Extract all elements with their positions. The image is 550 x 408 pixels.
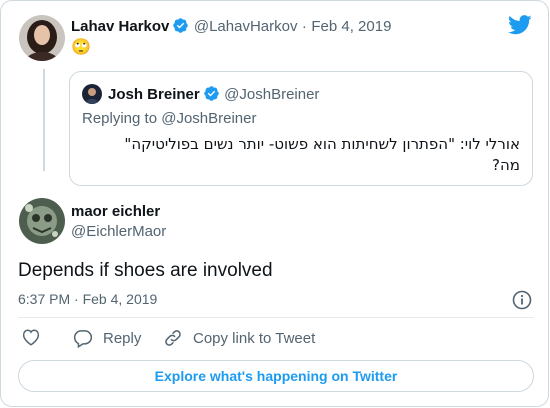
quoted-text-line2: מה? xyxy=(492,156,520,174)
parent-date[interactable]: Feb 4, 2019 xyxy=(311,18,391,35)
quoted-author-name: Josh Breiner xyxy=(108,86,200,103)
copy-link-label: Copy link to Tweet xyxy=(193,329,316,347)
heart-icon xyxy=(22,329,40,346)
parent-emoji: 🙄 xyxy=(71,39,91,56)
tweet-date[interactable]: Feb 4, 2019 xyxy=(83,291,158,307)
quoted-author-handle: @JoshBreiner xyxy=(224,86,320,103)
reply-label: Reply xyxy=(103,329,142,347)
dot-separator: · xyxy=(74,291,79,307)
main-author-handle[interactable]: @EichlerMaor xyxy=(71,223,166,240)
verified-badge-icon xyxy=(172,17,189,34)
parent-author-handle[interactable]: @LahavHarkov xyxy=(194,18,298,35)
reply-button[interactable]: Reply xyxy=(73,328,141,348)
verified-badge-icon xyxy=(203,85,220,102)
dot-separator: · xyxy=(301,18,307,35)
main-author-name[interactable]: maor eichler xyxy=(71,203,160,220)
maor-avatar[interactable] xyxy=(19,198,65,244)
tweet-time[interactable]: 6:37 PM xyxy=(18,291,70,307)
replying-to-text: Replying to @JoshBreiner xyxy=(82,110,257,127)
tweet-text: Depends if shoes are involved xyxy=(18,260,273,281)
lahav-avatar[interactable] xyxy=(19,15,65,61)
reply-bubble-icon xyxy=(73,330,93,348)
like-button[interactable] xyxy=(21,328,51,346)
embedded-tweet-card: Lahav Harkov @LahavHarkov · Feb 4, 2019 … xyxy=(0,0,549,407)
info-icon[interactable] xyxy=(512,290,532,315)
quoted-text-line1: אורלי לוי: "הפתרון לשחיתות הוא פשוט- יות… xyxy=(124,135,520,153)
divider xyxy=(18,317,534,318)
quoted-tweet[interactable]: Josh Breiner @JoshBreiner Replying to @J… xyxy=(69,71,533,186)
thread-connector xyxy=(43,69,45,171)
twitter-bird-icon[interactable] xyxy=(508,15,532,40)
josh-avatar xyxy=(82,84,102,104)
explore-twitter-button[interactable]: Explore what's happening on Twitter xyxy=(18,360,534,392)
copy-link-button[interactable]: Copy link to Tweet xyxy=(163,328,315,348)
parent-author-name[interactable]: Lahav Harkov xyxy=(71,18,169,35)
link-icon xyxy=(165,330,181,346)
